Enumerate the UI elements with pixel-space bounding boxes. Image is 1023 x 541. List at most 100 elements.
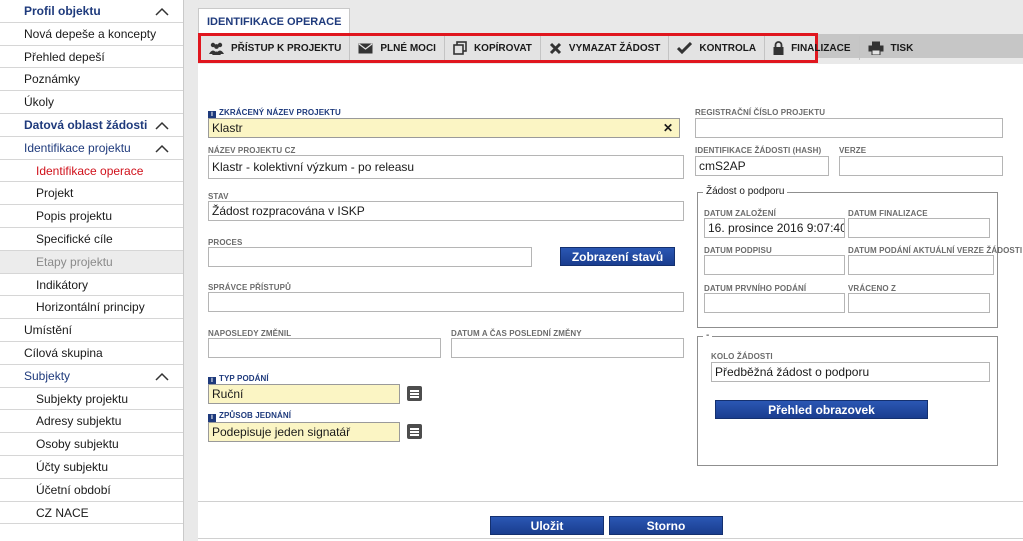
- datum-prvniho-podani-label: DATUM PRVNÍHO PODÁNÍ: [704, 284, 807, 293]
- sidebar-item-nova-depese-a-koncepty[interactable]: Nová depeše a koncepty: [0, 23, 183, 46]
- delete-x-icon: [549, 42, 561, 54]
- finalizace-button[interactable]: FINALIZACE: [765, 36, 860, 60]
- stav-field: Žádost rozpracována v ISKP: [208, 201, 684, 221]
- tisk-button[interactable]: TISK: [860, 36, 922, 60]
- divider: [198, 501, 1023, 502]
- form-panel: i ZKRÁCENÝ NÁZEV PROJEKTU Klastr ✕ NÁZEV P…: [198, 64, 1023, 541]
- envelope-icon: [358, 43, 373, 53]
- plne-moci-label: PLNÉ MOCI: [380, 42, 436, 54]
- zkraceny-nazev-input[interactable]: Klastr ✕: [208, 118, 680, 138]
- datum-zalozeni-field: 16. prosince 2016 9:07:40: [704, 218, 845, 238]
- sidebar-item-label: Popis projektu: [36, 209, 113, 224]
- sidebar-item-label: Datová oblast žádosti: [24, 117, 148, 132]
- sidebar-item-ucetni-obdobi[interactable]: Účetní období: [0, 479, 183, 502]
- sidebar-item-osoby-subjektu[interactable]: Osoby subjektu: [0, 433, 183, 456]
- sidebar-item-ukoly[interactable]: Úkoly: [0, 91, 183, 114]
- kontrola-label: KONTROLA: [699, 42, 757, 54]
- sidebar-item-label: Účty subjektu: [36, 459, 109, 474]
- sidebar-item-etapy-projektu[interactable]: Etapy projektu: [0, 250, 183, 274]
- zobrazeni-stavu-button[interactable]: Zobrazení stavů: [560, 247, 675, 266]
- plne-moci-button[interactable]: PLNÉ MOCI: [350, 36, 445, 60]
- kopirovat-button[interactable]: KOPÍROVAT: [445, 36, 541, 60]
- checkmark-icon: [677, 42, 693, 54]
- people-icon: [209, 42, 224, 55]
- list-picker-icon[interactable]: [407, 386, 422, 401]
- nazev-projektu-input[interactable]: Klastr - kolektivní výzkum - po releasu: [208, 155, 684, 179]
- sidebar-item-popis-projektu[interactable]: Popis projektu: [0, 205, 183, 228]
- typ-podani-input[interactable]: Ruční: [208, 384, 400, 404]
- sidebar-item-datova-oblast-zadosti[interactable]: Datová oblast žádosti: [0, 114, 183, 137]
- registracni-cislo-label: REGISTRAČNÍ ČÍSLO PROJEKTU: [695, 108, 826, 117]
- datum-posledni-zmeny-label: DATUM A ČAS POSLEDNÍ ZMĚNY: [451, 329, 582, 338]
- sidebar-item-indikatory[interactable]: Indikátory: [0, 274, 183, 297]
- sidebar-item-cz-nace[interactable]: CZ NACE: [0, 502, 183, 525]
- sidebar-item-projekt[interactable]: Projekt: [0, 182, 183, 206]
- clear-icon[interactable]: ✕: [663, 119, 673, 137]
- vraceno-z-field: [848, 293, 990, 313]
- info-icon: i: [208, 414, 216, 422]
- lock-icon: [773, 41, 784, 55]
- sidebar-item-umisteni[interactable]: Umístění: [0, 319, 183, 342]
- sidebar-item-subjekty[interactable]: Subjekty: [0, 365, 183, 388]
- storno-button[interactable]: Storno: [609, 516, 723, 535]
- sidebar-item-label: Projekt: [36, 186, 74, 201]
- nazev-projektu-label: NÁZEV PROJEKTU CZ: [208, 146, 296, 155]
- sidebar-item-horizontalni-principy[interactable]: Horizontální principy: [0, 296, 183, 320]
- pristup-label: PŘÍSTUP K PROJEKTU: [231, 42, 342, 54]
- prehled-obrazovek-button[interactable]: Přehled obrazovek: [715, 400, 928, 419]
- sidebar-item-poznamky[interactable]: Poznámky: [0, 68, 183, 92]
- ulozit-button[interactable]: Uložit: [490, 516, 604, 535]
- datum-posledni-zmeny-field: [451, 338, 684, 358]
- sidebar-item-label: Účetní období: [36, 482, 111, 497]
- sidebar-item-label: Profil objektu: [24, 4, 101, 18]
- hash-label: IDENTIFIKACE ŽÁDOSTI (HASH): [695, 146, 822, 155]
- registracni-cislo-field: [695, 118, 1003, 138]
- sidebar-item-identifikace-projektu[interactable]: Identifikace projektu: [0, 137, 183, 160]
- sidebar-item-cilova-skupina[interactable]: Cílová skupina: [0, 342, 183, 365]
- stav-label: STAV: [208, 192, 229, 201]
- spravce-pristupu-label: SPRÁVCE PŘÍSTUPŮ: [208, 283, 291, 292]
- sidebar-item-label: Cílová skupina: [24, 345, 103, 360]
- copy-icon: [453, 41, 467, 55]
- sidebar-item-specificke-cile[interactable]: Specifické cíle: [0, 228, 183, 251]
- divider: [198, 538, 1023, 539]
- sidebar-item-label: Identifikace projektu: [24, 140, 131, 155]
- datum-podpisu-label: DATUM PODPISU: [704, 246, 772, 255]
- proces-field: [208, 247, 532, 267]
- chevron-up-icon[interactable]: [155, 121, 169, 130]
- list-picker-icon[interactable]: [407, 424, 422, 439]
- sidebar-item-label: Umístění: [24, 323, 73, 338]
- datum-finalizace-label: DATUM FINALIZACE: [848, 209, 928, 218]
- sidebar-item-label: Indikátory: [36, 277, 89, 292]
- sidebar-item-label: Specifické cíle: [36, 231, 113, 246]
- sidebar-navigation: Profil objektu Nová depeše a koncepty Přeh…: [0, 0, 184, 541]
- sidebar-item-subjekty-projektu[interactable]: Subjekty projektu: [0, 388, 183, 411]
- sidebar-item-label: Horizontální principy: [36, 300, 145, 315]
- spravce-pristupu-field: [208, 292, 684, 312]
- datum-zalozeni-label: DATUM ZALOŽENÍ: [704, 209, 776, 218]
- sidebar-item-label: Úkoly: [24, 95, 55, 110]
- vymazat-zadost-button[interactable]: VYMAZAT ŽÁDOST: [541, 36, 670, 60]
- sidebar-item-ucty-subjektu[interactable]: Účty subjektu: [0, 456, 183, 479]
- zpusob-jednani-input[interactable]: Podepisuje jeden signatář: [208, 422, 400, 442]
- datum-finalizace-field: [848, 218, 990, 238]
- proces-label: PROCES: [208, 238, 243, 247]
- pristup-k-projektu-button[interactable]: PŘÍSTUP K PROJEKTU: [201, 36, 351, 60]
- datum-prvniho-podani-field: [704, 293, 845, 313]
- kolo-zadosti-legend: -: [703, 330, 713, 341]
- action-toolbar: PŘÍSTUP K PROJEKTU PLNÉ MOCI KOPÍROVAT V…: [198, 33, 913, 63]
- sidebar-item-label: Identifikace operace: [36, 163, 144, 178]
- finalizace-label: FINALIZACE: [791, 42, 851, 54]
- sidebar-item-label: Nová depeše a koncepty: [24, 26, 157, 41]
- chevron-up-icon[interactable]: [155, 7, 169, 16]
- kontrola-button[interactable]: KONTROLA: [669, 36, 766, 60]
- tab-identifikace-operace[interactable]: IDENTIFIKACE OPERACE: [198, 8, 351, 34]
- sidebar-item-adresy-subjektu[interactable]: Adresy subjektu: [0, 410, 183, 434]
- tisk-label: TISK: [890, 42, 914, 54]
- hash-field: cmS2AP: [695, 156, 829, 176]
- sidebar-item-identifikace-operace[interactable]: Identifikace operace: [0, 160, 183, 183]
- chevron-up-icon[interactable]: [155, 144, 169, 153]
- chevron-up-icon[interactable]: [155, 372, 169, 381]
- sidebar-item-profil-objektu[interactable]: Profil objektu: [0, 0, 183, 23]
- sidebar-item-prehled-depesi[interactable]: Přehled depeší: [0, 46, 183, 69]
